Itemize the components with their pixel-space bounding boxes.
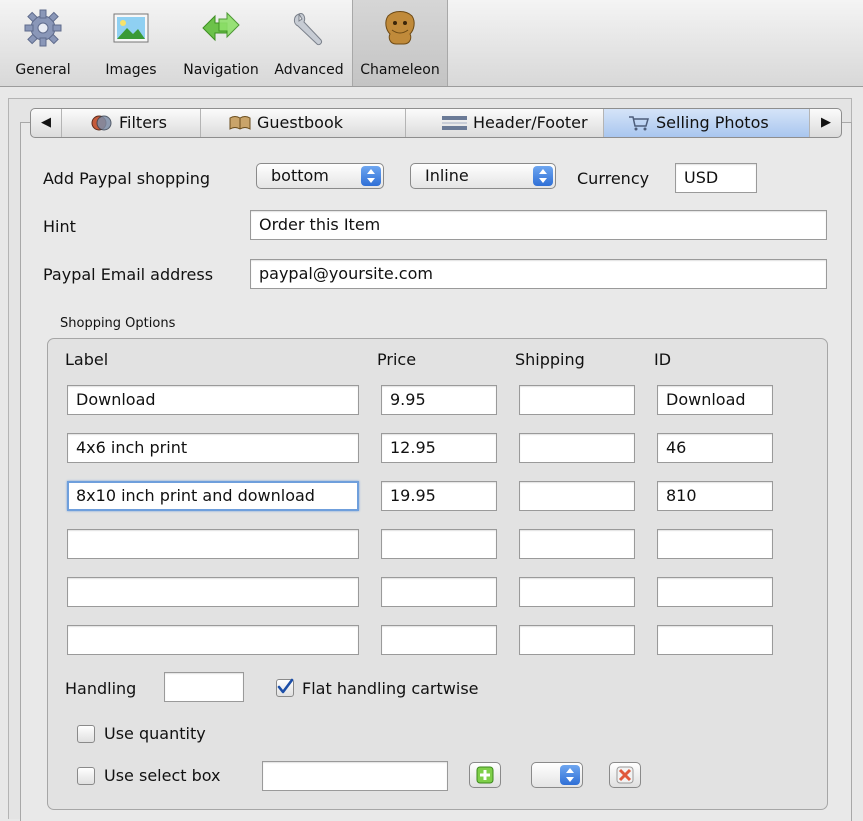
row-label-field[interactable]: 4x6 inch print	[67, 433, 359, 463]
use-select-box-checkbox[interactable]	[77, 767, 95, 785]
toolbar-item-advanced[interactable]: Advanced	[266, 0, 352, 86]
row-price-field[interactable]: 19.95	[381, 481, 497, 511]
email-label: Paypal Email address	[43, 265, 214, 284]
column-header-id: ID	[654, 350, 672, 369]
hint-label: Hint	[43, 217, 76, 236]
tab-strip: ◀ Filters Guestbook Header/Footer Sellin…	[30, 108, 842, 138]
handling-label: Handling	[65, 679, 137, 698]
row-shipping-field[interactable]	[519, 625, 635, 655]
tab-label: Header/Footer	[473, 113, 588, 132]
tab-header-footer[interactable]: Header/Footer	[406, 109, 604, 137]
row-shipping-field[interactable]	[519, 433, 635, 463]
arrows-icon	[202, 11, 240, 42]
row-price-field[interactable]	[381, 577, 497, 607]
row-shipping-field[interactable]	[519, 385, 635, 415]
popup-arrows-icon	[361, 166, 381, 186]
hint-field[interactable]: Order this Item	[250, 210, 827, 240]
chameleon-icon	[385, 11, 415, 45]
popup-arrows-icon	[533, 166, 553, 186]
picture-icon	[113, 13, 149, 43]
row-price-field[interactable]: 12.95	[381, 433, 497, 463]
tab-label: Filters	[119, 113, 167, 132]
row-id-field[interactable]	[657, 529, 773, 559]
row-label-field[interactable]: Download	[67, 385, 359, 415]
wrench-icon	[293, 13, 322, 46]
row-shipping-field[interactable]	[519, 481, 635, 511]
currency-label: Currency	[577, 169, 650, 188]
row-id-field[interactable]	[657, 625, 773, 655]
flat-handling-checkbox[interactable]	[276, 678, 294, 697]
row-id-field[interactable]: 46	[657, 433, 773, 463]
row-id-field[interactable]	[657, 577, 773, 607]
toolbar-item-general[interactable]: General	[0, 0, 86, 86]
filters-icon	[91, 115, 112, 131]
tab-label: Guestbook	[257, 113, 343, 132]
tab-scroll-left-button[interactable]: ◀	[31, 109, 62, 137]
gear-icon	[24, 9, 62, 47]
tab-guestbook[interactable]: Guestbook	[201, 109, 406, 137]
delete-icon	[616, 766, 634, 784]
row-label-field[interactable]	[67, 625, 359, 655]
toolbar-item-images[interactable]: Images	[96, 0, 166, 86]
toolbar-label: General	[15, 62, 71, 78]
row-price-field[interactable]	[381, 625, 497, 655]
shopping-options-label: Shopping Options	[60, 316, 176, 331]
column-header-shipping: Shipping	[515, 350, 585, 369]
tab-label: Selling Photos	[656, 113, 769, 132]
header-footer-icon	[442, 116, 467, 130]
checkmark-icon	[277, 678, 294, 694]
row-shipping-field[interactable]	[519, 577, 635, 607]
flat-handling-label: Flat handling cartwise	[302, 679, 479, 698]
row-shipping-field[interactable]	[519, 529, 635, 559]
paypal-shopping-label: Add Paypal shopping	[43, 169, 211, 188]
column-header-label: Label	[65, 350, 109, 369]
row-price-field[interactable]: 9.95	[381, 385, 497, 415]
position-popup-value: bottom	[271, 166, 329, 185]
style-popup-value: Inline	[425, 166, 469, 185]
options-popup[interactable]	[531, 762, 583, 788]
style-popup[interactable]: Inline	[410, 163, 556, 189]
column-header-price: Price	[377, 350, 417, 369]
popup-arrows-icon	[560, 765, 580, 785]
row-label-field[interactable]: 8x10 inch print and download	[67, 481, 359, 511]
add-option-button[interactable]	[469, 762, 501, 788]
use-quantity-label: Use quantity	[104, 724, 206, 743]
toolbar-label: Navigation	[183, 62, 259, 78]
use-quantity-checkbox[interactable]	[77, 725, 95, 743]
cart-icon	[629, 116, 649, 131]
toolbar-item-chameleon[interactable]: Chameleon	[352, 0, 448, 86]
plus-icon	[476, 766, 494, 784]
tab-scroll-right-button[interactable]: ▶	[811, 109, 841, 137]
toolbar-item-navigation[interactable]: Navigation	[176, 0, 266, 86]
toolbar-label: Images	[105, 62, 157, 78]
remove-option-button[interactable]	[609, 762, 641, 788]
currency-field[interactable]: USD	[675, 163, 757, 193]
toolbar-label: Chameleon	[360, 62, 440, 78]
tab-filters[interactable]: Filters	[61, 109, 201, 137]
toolbar-label: Advanced	[274, 62, 344, 78]
select-box-entry-field[interactable]	[262, 761, 448, 791]
use-select-box-label: Use select box	[104, 766, 221, 785]
position-popup[interactable]: bottom	[256, 163, 384, 189]
handling-field[interactable]	[164, 672, 244, 702]
row-label-field[interactable]	[67, 529, 359, 559]
row-id-field[interactable]: Download	[657, 385, 773, 415]
preferences-toolbar: General Images Navigation Advanced Chame…	[0, 0, 863, 87]
book-icon	[229, 116, 251, 130]
row-price-field[interactable]	[381, 529, 497, 559]
tab-selling-photos[interactable]: Selling Photos	[604, 109, 810, 137]
row-id-field[interactable]: 810	[657, 481, 773, 511]
row-label-field[interactable]	[67, 577, 359, 607]
email-field[interactable]: paypal@yoursite.com	[250, 259, 827, 289]
